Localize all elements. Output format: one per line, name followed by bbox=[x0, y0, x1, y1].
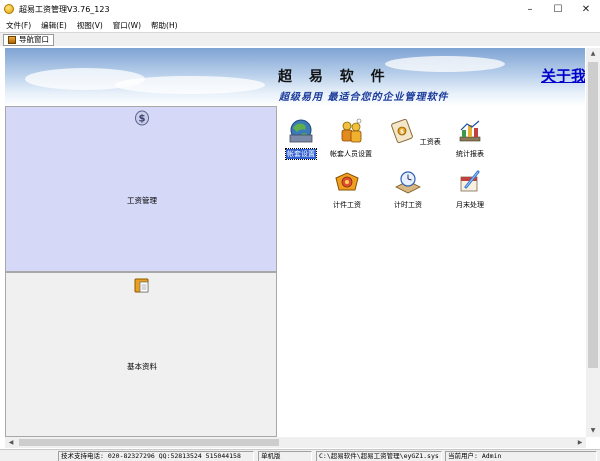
banner-title: 超 易 软 件 bbox=[278, 69, 391, 85]
scroll-thumb[interactable] bbox=[588, 62, 598, 368]
status-current-user: 当前用户: Admin bbox=[445, 451, 597, 461]
folder-document-icon bbox=[134, 278, 149, 293]
navigation-panel: $ 工资管理 基本资料 bbox=[5, 106, 277, 437]
menu-view[interactable]: 视图(V) bbox=[77, 20, 103, 31]
vertical-scrollbar[interactable]: ▲ ▼ bbox=[586, 48, 600, 437]
navigation-window-icon bbox=[8, 35, 16, 44]
func-piece-wage[interactable]: 计件工资 bbox=[317, 169, 377, 210]
menu-bar: 文件(F) 编辑(E) 视图(V) 窗口(W) 帮助(H) bbox=[0, 18, 600, 32]
horizontal-scrollbar[interactable]: ◀ ▶ bbox=[5, 437, 586, 448]
banner-cloud bbox=[385, 56, 505, 72]
app-logo-icon bbox=[4, 4, 14, 14]
scroll-up-icon[interactable]: ▲ bbox=[586, 48, 600, 60]
menu-help[interactable]: 帮助(H) bbox=[151, 20, 178, 31]
func-payroll-sheet[interactable]: $ 工资表 bbox=[385, 118, 445, 147]
banner-cloud bbox=[115, 76, 265, 94]
func-statistics-report[interactable]: 统计报表 bbox=[440, 118, 500, 159]
tab-navigation-window[interactable]: 导航窗口 bbox=[3, 33, 54, 46]
nav-section-basic-data[interactable]: 基本资料 bbox=[5, 272, 277, 437]
status-support-phone: 技术支持电话: 020-82327296 QQ:52813524 5150441… bbox=[58, 451, 254, 461]
tab-label: 导航窗口 bbox=[19, 35, 49, 44]
title-bar: 超易工资管理V3.76_123 – ☐ ✕ bbox=[0, 0, 600, 18]
func-hourly-wage[interactable]: 计时工资 bbox=[378, 169, 438, 210]
about-us-link[interactable]: 关于我 bbox=[541, 65, 585, 86]
scroll-down-icon[interactable]: ▼ bbox=[586, 425, 600, 437]
svg-text:$: $ bbox=[139, 114, 146, 125]
month-end-icon bbox=[460, 170, 480, 192]
statistics-report-icon bbox=[459, 120, 481, 142]
nav-section-label: 工资管理 bbox=[127, 196, 157, 205]
func-label: 计件工资 bbox=[333, 201, 361, 209]
menu-file[interactable]: 文件(F) bbox=[6, 20, 31, 31]
func-label: 帐套人员设置 bbox=[330, 150, 372, 158]
func-label: 月末处理 bbox=[456, 201, 484, 209]
minimize-button[interactable]: – bbox=[516, 0, 544, 18]
tab-bar: 导航窗口 bbox=[0, 32, 600, 46]
scroll-thumb[interactable] bbox=[19, 439, 279, 446]
nav-section-label: 基本资料 bbox=[127, 362, 157, 371]
status-bar: 技术支持电话: 020-82327296 QQ:52813524 5150441… bbox=[0, 449, 600, 461]
status-edition: 单机版 bbox=[258, 451, 312, 461]
account-staff-icon bbox=[341, 118, 362, 143]
header-banner: 超 易 软 件 关于我 超级易用 最适合您的企业管理软件 bbox=[5, 48, 585, 106]
menu-window[interactable]: 窗口(W) bbox=[113, 20, 141, 31]
func-label: 帐套设置 bbox=[285, 148, 317, 160]
hourly-wage-icon bbox=[395, 171, 421, 194]
menu-edit[interactable]: 编辑(E) bbox=[41, 20, 67, 31]
close-button[interactable]: ✕ bbox=[572, 0, 600, 18]
func-account-staff[interactable]: 帐套人员设置 bbox=[321, 118, 381, 159]
scroll-right-icon[interactable]: ▶ bbox=[574, 437, 586, 448]
func-month-end[interactable]: 月末处理 bbox=[440, 169, 500, 210]
func-label: 计时工资 bbox=[394, 201, 422, 209]
status-data-path: C:\超易软件\超易工资管理\eyGZ1.sys bbox=[316, 451, 442, 461]
func-label: 统计报表 bbox=[456, 150, 484, 158]
svg-text:$: $ bbox=[400, 129, 404, 136]
func-label: 工资表 bbox=[419, 138, 441, 146]
nav-section-payroll[interactable]: $ 工资管理 bbox=[5, 106, 277, 272]
scroll-left-icon[interactable]: ◀ bbox=[5, 437, 17, 448]
maximize-button[interactable]: ☐ bbox=[544, 0, 572, 18]
dollar-coin-icon: $ bbox=[135, 110, 149, 126]
banner-slogan: 超级易用 最适合您的企业管理软件 bbox=[279, 92, 449, 103]
piece-wage-icon bbox=[335, 172, 359, 191]
account-set-icon bbox=[289, 119, 313, 143]
function-area: 帐套设置 帐套人员设置 $ 工资表 统计报表 计件工资 计时工资 月末处理 bbox=[277, 106, 586, 437]
window-title: 超易工资管理V3.76_123 bbox=[19, 4, 110, 14]
payroll-sheet-icon: $ bbox=[391, 118, 414, 144]
